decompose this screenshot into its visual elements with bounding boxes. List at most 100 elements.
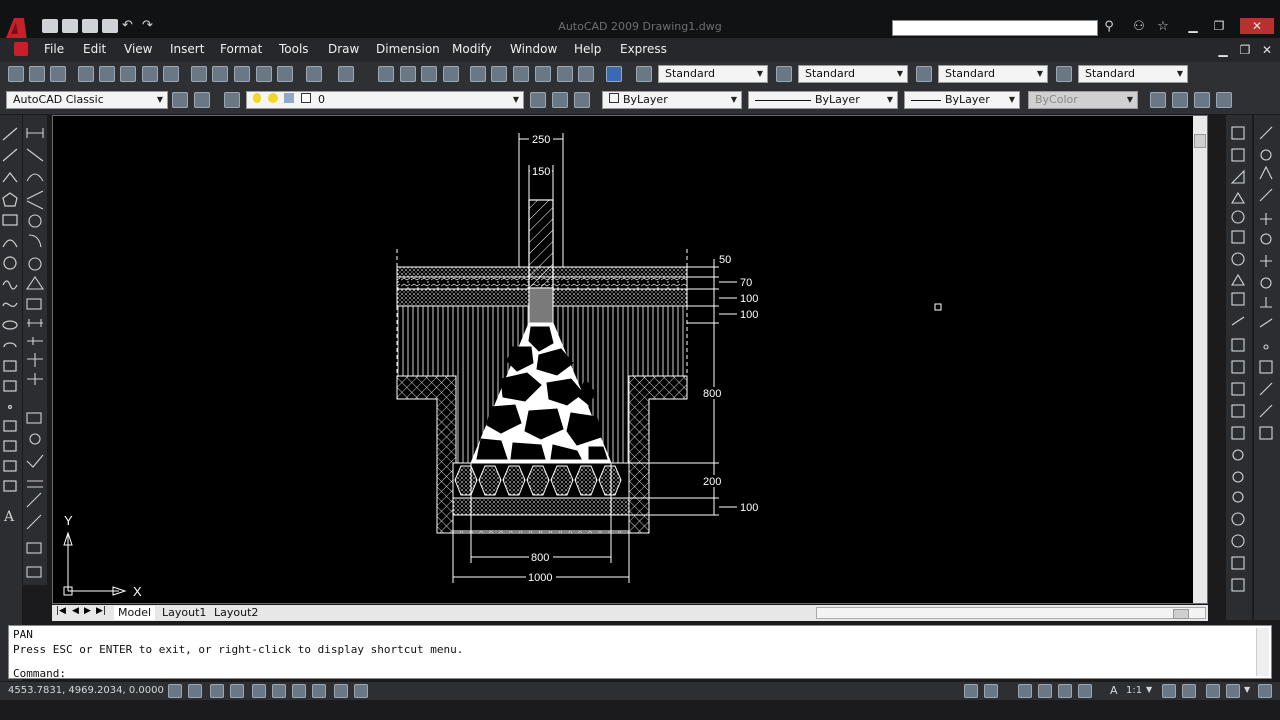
model-space-icon[interactable] <box>964 684 978 698</box>
properties-icon[interactable] <box>470 66 486 82</box>
matchprop-icon[interactable] <box>256 66 272 82</box>
clean-screen-icon[interactable] <box>1258 684 1272 698</box>
snap-mode-icon[interactable] <box>168 684 182 698</box>
foundation-drawing[interactable] <box>396 199 688 534</box>
menu-file[interactable]: File <box>44 42 64 56</box>
tab-layout1[interactable]: Layout1 <box>158 606 210 620</box>
undo-icon[interactable] <box>306 66 322 82</box>
table-style-icon[interactable] <box>916 66 932 82</box>
tab-first-icon[interactable]: |◀ <box>56 606 66 616</box>
favorites-icon[interactable]: ☆ <box>1154 19 1172 35</box>
scroll-thumb[interactable] <box>1194 134 1206 148</box>
workspace-select[interactable]: AutoCAD Classic ▼ <box>6 91 168 109</box>
communication-icon[interactable]: ⚇ <box>1130 19 1148 35</box>
zoom-previous-icon[interactable] <box>443 66 459 82</box>
chevron-down-icon[interactable]: ▼ <box>1146 685 1152 694</box>
command-scrollbar[interactable] <box>1256 628 1269 676</box>
object-snap-icon[interactable] <box>252 684 266 698</box>
viewport-poly-icon[interactable] <box>1172 92 1188 108</box>
menu-tools[interactable]: Tools <box>279 42 309 56</box>
dynamic-ucs-icon[interactable] <box>292 684 306 698</box>
sun-icon[interactable] <box>267 93 278 103</box>
minimize-button[interactable]: ▁ <box>1180 18 1206 34</box>
toolbar-lock-icon[interactable] <box>1226 684 1240 698</box>
qnew-icon[interactable] <box>42 19 58 33</box>
drawing-canvas[interactable]: 250 150 50 70 100 100 800 200 100 800 10… <box>52 115 1208 604</box>
restore-button[interactable]: ❐ <box>1206 18 1232 34</box>
cut-icon[interactable] <box>191 66 207 82</box>
viewport-single-icon[interactable] <box>1150 92 1166 108</box>
menu-express[interactable]: Express <box>620 42 667 56</box>
lightbulb-icon[interactable] <box>253 93 261 103</box>
menu-window[interactable]: Window <box>510 42 557 56</box>
polar-tracking-icon[interactable] <box>230 684 244 698</box>
menu-help[interactable]: Help <box>574 42 601 56</box>
text-style-icon[interactable] <box>636 66 652 82</box>
tool-palettes-icon[interactable] <box>513 66 529 82</box>
make-layer-current-icon[interactable] <box>530 92 546 108</box>
sheetset-icon[interactable] <box>535 66 551 82</box>
layer-select[interactable]: 0 ▼ <box>246 91 524 109</box>
markup-icon[interactable] <box>557 66 573 82</box>
paste-icon[interactable] <box>234 66 250 82</box>
document-icon[interactable] <box>14 42 28 56</box>
color-select[interactable]: ByLayer ▼ <box>602 91 742 109</box>
save-icon[interactable] <box>82 19 98 33</box>
redo-icon[interactable]: ↷ <box>142 19 158 33</box>
text-style-select[interactable]: Standard ▼ <box>658 65 768 83</box>
dim-style-icon[interactable] <box>776 66 792 82</box>
save-icon[interactable] <box>50 66 66 82</box>
tab-prev-icon[interactable]: ◀ <box>72 606 79 616</box>
publish-icon[interactable] <box>120 66 136 82</box>
blockeditor-icon[interactable] <box>277 66 293 82</box>
annotation-scale-icon[interactable]: A <box>1110 684 1118 697</box>
layer-properties-icon[interactable] <box>224 92 240 108</box>
workspace-save-icon[interactable] <box>194 92 210 108</box>
close-button[interactable]: ✕ <box>1240 18 1274 34</box>
annotation-scale[interactable]: 1:1 <box>1126 685 1142 696</box>
menu-format[interactable]: Format <box>220 42 262 56</box>
steering-wheel-icon[interactable] <box>1058 684 1072 698</box>
plot-icon[interactable] <box>78 66 94 82</box>
menu-modify[interactable]: Modify <box>452 42 492 56</box>
object-snap-tracking-icon[interactable] <box>272 684 286 698</box>
viewport-object-icon[interactable] <box>1194 92 1210 108</box>
search-input[interactable] <box>892 20 1098 36</box>
mleader-style-select[interactable]: Standard ▼ <box>1078 65 1188 83</box>
lineweight-select[interactable]: ByLayer ▼ <box>904 91 1020 109</box>
3d-dwf-icon[interactable] <box>142 66 158 82</box>
menu-insert[interactable]: Insert <box>170 42 204 56</box>
zoom-status-icon[interactable] <box>1038 684 1052 698</box>
layer-state-icon[interactable] <box>574 92 590 108</box>
plotstyle-select[interactable]: ByColor ▼ <box>1028 91 1138 109</box>
workspace-switching-icon[interactable] <box>1206 684 1220 698</box>
print-icon[interactable] <box>102 19 118 33</box>
command-window[interactable]: PAN Press ESC or ENTER to exit, or right… <box>8 625 1272 680</box>
quick-properties-icon[interactable] <box>354 684 368 698</box>
undo-icon[interactable]: ↶ <box>122 19 138 33</box>
status-menu-icon[interactable]: ▼ <box>1244 685 1250 694</box>
search-icon[interactable]: ⚲ <box>1100 19 1118 35</box>
calculator-icon[interactable] <box>578 66 594 82</box>
open-icon[interactable] <box>29 66 45 82</box>
help-icon[interactable] <box>606 66 622 82</box>
tab-layout2[interactable]: Layout2 <box>210 606 262 620</box>
ortho-mode-icon[interactable] <box>210 684 224 698</box>
doc-close-button[interactable]: ✕ <box>1254 42 1280 58</box>
h-scroll-thumb[interactable] <box>1173 609 1189 619</box>
dim-style-select[interactable]: Standard ▼ <box>798 65 908 83</box>
zoom-realtime-icon[interactable] <box>400 66 416 82</box>
redo-icon[interactable] <box>338 66 354 82</box>
pan-icon[interactable] <box>378 66 394 82</box>
zoom-window-icon[interactable] <box>421 66 437 82</box>
etransmit-icon[interactable] <box>163 66 179 82</box>
vertical-scrollbar[interactable] <box>1193 116 1207 603</box>
open-icon[interactable] <box>62 19 78 33</box>
quick-view-layouts-icon[interactable] <box>984 684 998 698</box>
workspace-settings-icon[interactable] <box>172 92 188 108</box>
linetype-select[interactable]: ByLayer ▼ <box>748 91 898 109</box>
pan-status-icon[interactable] <box>1018 684 1032 698</box>
command-prompt[interactable]: Command: <box>13 667 66 680</box>
designcenter-icon[interactable] <box>491 66 507 82</box>
tab-next-icon[interactable]: ▶ <box>84 606 91 616</box>
